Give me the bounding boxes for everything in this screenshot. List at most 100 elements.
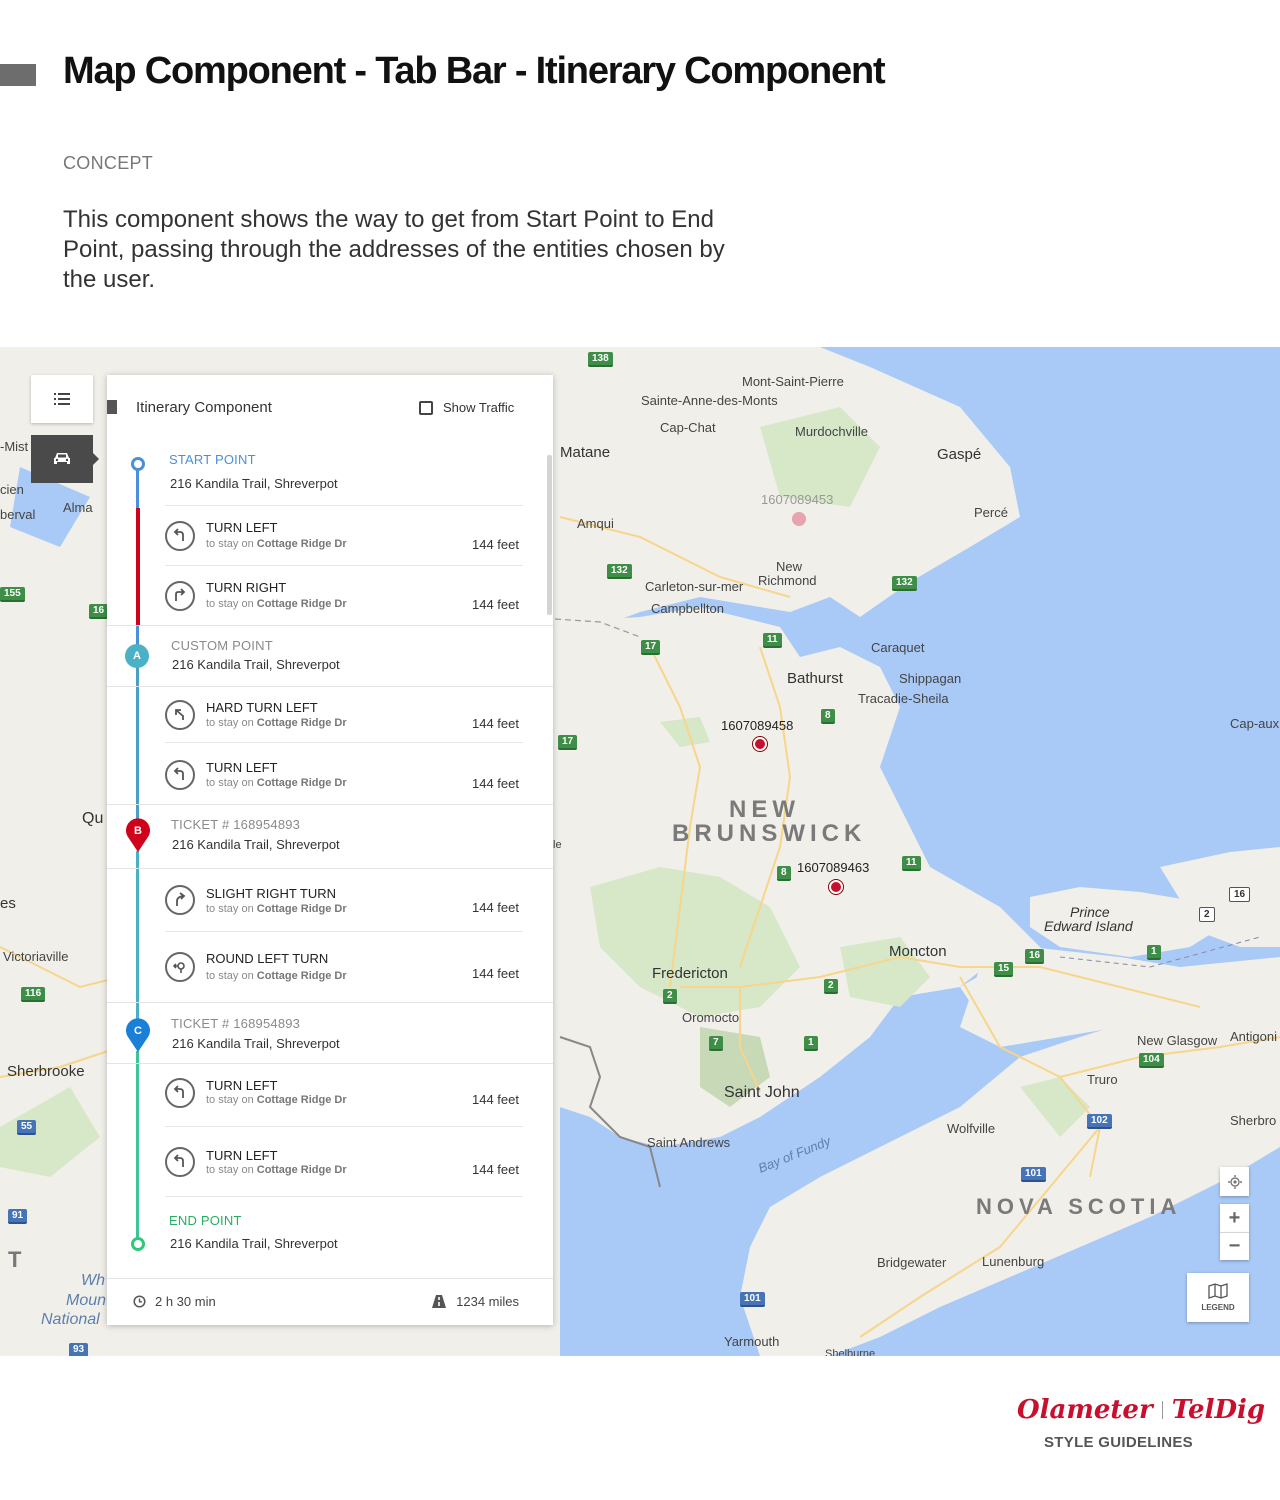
show-traffic-toggle[interactable]: Show Traffic [419, 400, 514, 415]
itinerary-summary: 2 h 30 min 1234 miles [107, 1278, 553, 1325]
step-title: TURN LEFT [206, 1078, 278, 1093]
direction-step[interactable]: SLIGHT RIGHT TURN to stay on Cottage Rid… [165, 868, 523, 932]
map-label-yarmouth: Yarmouth [724, 1334, 780, 1349]
step-subtitle: to stay on Cottage Ridge Dr [206, 1094, 347, 1106]
map-label-carleton: Carleton-sur-mer [645, 579, 744, 594]
round-left-turn-icon [165, 952, 195, 982]
direction-step[interactable]: ROUND LEFT TURN to stay on Cottage Ridge… [165, 932, 523, 1002]
route-segment [136, 667, 139, 832]
locate-icon [1227, 1174, 1242, 1189]
section-description: This component shows the way to get from… [63, 206, 725, 293]
direction-step[interactable]: HARD TURN LEFT to stay on Cottage Ridge … [165, 686, 523, 743]
title-accent-bar [0, 64, 36, 86]
route-segment-traffic [136, 508, 140, 625]
zoom-out-button[interactable]: − [1220, 1233, 1249, 1260]
map-marker[interactable] [753, 737, 767, 751]
zoom-in-button[interactable]: + [1220, 1204, 1249, 1233]
my-location-button[interactable] [1220, 1167, 1249, 1196]
map-label-perce: Percé [974, 505, 1008, 520]
highway-shield: 91 [8, 1209, 28, 1224]
waypoint-type: CUSTOM POINT [171, 638, 273, 653]
section-divider [107, 804, 553, 805]
highway-shield: 138 [588, 352, 613, 367]
start-point-type: START POINT [169, 452, 256, 467]
show-traffic-checkbox[interactable] [419, 400, 433, 415]
step-title: TURN LEFT [206, 520, 278, 535]
map-label-mont-saint-pierre: Mont-Saint-Pierre [742, 374, 844, 389]
turn-left-icon [165, 760, 195, 790]
brand-subtitle: STYLE GUIDELINES [1044, 1434, 1193, 1451]
highway-shield: 116 [21, 987, 46, 1002]
map-marker-label: 1607089458 [721, 718, 794, 733]
map-marker-faded[interactable] [792, 512, 806, 526]
waypoint-type: TICKET # 168954893 [171, 817, 301, 832]
step-distance: 144 feet [472, 716, 519, 731]
turn-left-icon [165, 1078, 195, 1108]
map-label-caraquet: Caraquet [871, 640, 925, 655]
itinerary-list-tab[interactable] [31, 375, 93, 423]
map-label-bridgewater: Bridgewater [877, 1255, 947, 1270]
turn-left-icon [165, 521, 195, 551]
step-title: TURN LEFT [206, 760, 278, 775]
map-label-shippagan: Shippagan [899, 671, 962, 686]
map-marker[interactable] [829, 880, 843, 894]
step-subtitle: to stay on Cottage Ridge Dr [206, 903, 347, 915]
waypoint-type: TICKET # 168954893 [171, 1016, 301, 1031]
hard-turn-left-icon [165, 700, 195, 730]
highway-shield: 2 [1199, 907, 1215, 922]
brand-separator [1161, 1401, 1163, 1419]
step-distance: 144 feet [472, 597, 519, 612]
car-route-tab[interactable] [31, 435, 99, 483]
step-title: ROUND LEFT TURN [206, 951, 329, 966]
turn-left-icon [165, 1147, 195, 1177]
highway-shield: 55 [17, 1120, 37, 1135]
highway-shield: 2 [824, 979, 838, 994]
highway-shield: 132 [892, 576, 917, 591]
direction-step[interactable]: TURN LEFT to stay on Cottage Ridge Dr 14… [165, 506, 523, 566]
map-label-new: New [776, 559, 803, 574]
waypoint-address: 216 Kandila Trail, Shreverpot [172, 1036, 340, 1051]
direction-step[interactable]: TURN RIGHT to stay on Cottage Ridge Dr 1… [165, 566, 523, 626]
direction-step[interactable]: TURN LEFT to stay on Cottage Ridge Dr 14… [165, 743, 523, 805]
end-point-type: END POINT [169, 1213, 242, 1228]
map-label-oromocto: Oromocto [682, 1010, 740, 1025]
direction-step[interactable]: TURN LEFT to stay on Cottage Ridge Dr 14… [165, 1127, 523, 1197]
waypoint-address: 216 Kandila Trail, Shreverpot [172, 657, 340, 672]
step-subtitle: to stay on Cottage Ridge Dr [206, 598, 347, 610]
section-divider [107, 625, 553, 626]
map-label-nova-scotia: NOVA SCOTIA [976, 1194, 1182, 1219]
map-label-lunenburg: Lunenburg [982, 1254, 1045, 1269]
trip-distance: 1234 miles [431, 1294, 519, 1309]
step-subtitle: to stay on Cottage Ridge Dr [206, 538, 347, 550]
legend-button[interactable]: LEGEND [1187, 1273, 1249, 1322]
direction-step[interactable]: TURN LEFT to stay on Cottage Ridge Dr 14… [165, 1063, 523, 1127]
map-label-new-glasgow: New Glasgow [1137, 1033, 1218, 1048]
highway-shield: 101 [1021, 1167, 1046, 1182]
highway-shield: 16 [1025, 949, 1045, 964]
highway-shield: 11 [902, 856, 921, 871]
highway-shield: 132 [607, 564, 632, 579]
start-point-address: 216 Kandila Trail, Shreverpot [170, 476, 338, 491]
map-label-moun: Moun [66, 1292, 107, 1309]
page-title: Map Component - Tab Bar - Itinerary Comp… [63, 50, 886, 92]
highway-shield: 8 [821, 709, 835, 724]
map-canvas[interactable]: Mont-Saint-Pierre Sainte-Anne-des-Monts … [0, 347, 1280, 1356]
map-label-fredericton: Fredericton [652, 965, 728, 982]
highway-shield: 2 [663, 989, 677, 1004]
map-label-mist: -Mist [0, 439, 29, 454]
trip-duration: 2 h 30 min [133, 1294, 216, 1309]
highway-shield: 11 [763, 633, 782, 648]
highway-shield: 8 [777, 866, 791, 881]
step-distance: 144 feet [472, 1092, 519, 1107]
map-legend-icon [1208, 1283, 1228, 1299]
highway-shield: 15 [994, 962, 1014, 977]
brand-olameter: Olameter [1017, 1395, 1153, 1425]
map-label-t: T [8, 1247, 26, 1272]
route-segment [136, 1051, 139, 1241]
map-label-sherbrooke: Sherbrooke [7, 1063, 85, 1080]
trip-duration-value: 2 h 30 min [155, 1294, 216, 1309]
panel-scrollbar[interactable] [547, 455, 552, 615]
step-distance: 144 feet [472, 900, 519, 915]
step-distance: 144 feet [472, 966, 519, 981]
map-marker-label: 1607089463 [797, 860, 870, 875]
